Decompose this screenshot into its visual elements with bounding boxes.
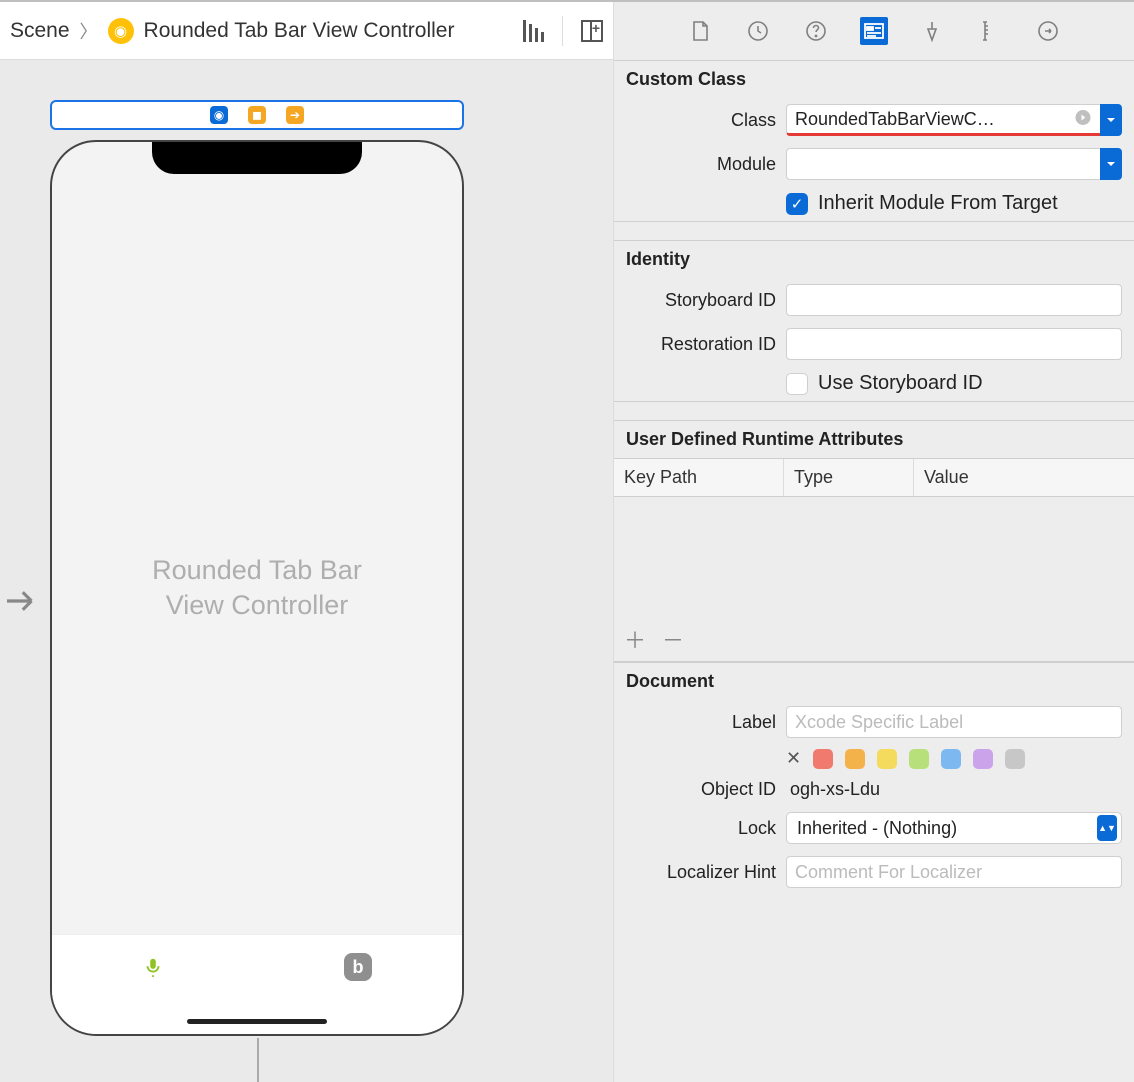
object-id-label: Object ID <box>626 779 776 800</box>
runtime-attrs-header: User Defined Runtime Attributes <box>614 421 1134 458</box>
runtime-attrs-table-body[interactable] <box>614 497 1134 617</box>
doc-color-row: ✕ <box>614 744 1134 773</box>
localizer-hint-label: Localizer Hint <box>626 862 776 883</box>
doc-label-field[interactable] <box>786 706 1122 738</box>
vc-placeholder-line2: View Controller <box>152 588 362 623</box>
col-keypath[interactable]: Key Path <box>614 459 784 496</box>
color-swatch-purple[interactable] <box>973 749 993 769</box>
lock-select-value: Inherited - (Nothing) <box>797 818 957 839</box>
class-field[interactable] <box>786 104 1100 136</box>
breadcrumb-scene[interactable]: Scene <box>10 19 70 43</box>
add-editor-icon[interactable] <box>581 20 603 42</box>
identity-section: Identity Storyboard ID Restoration ID ✓ … <box>614 240 1134 402</box>
history-inspector-icon[interactable] <box>744 17 772 45</box>
storyboard-canvas[interactable]: ◉ ◼ ➔ Rounded Tab Bar View Controller b <box>0 60 614 1082</box>
clear-color-icon[interactable]: ✕ <box>786 748 801 769</box>
localizer-hint-field[interactable] <box>786 856 1122 888</box>
runtime-attrs-section: User Defined Runtime Attributes Key Path… <box>614 420 1134 662</box>
custom-class-header: Custom Class <box>614 61 1134 98</box>
storyboard-id-label: Storyboard ID <box>626 290 776 311</box>
attributes-inspector-icon[interactable] <box>918 17 946 45</box>
class-label: Class <box>626 110 776 131</box>
viewcontroller-dock-icon[interactable]: ◉ <box>210 106 228 124</box>
identity-inspector-icon[interactable] <box>860 17 888 45</box>
object-id-value: ogh-xs-Ldu <box>786 779 880 800</box>
device-frame[interactable]: Rounded Tab Bar View Controller b <box>50 140 464 1036</box>
color-swatch-blue[interactable] <box>941 749 961 769</box>
module-label: Module <box>626 154 776 175</box>
viewcontroller-icon: ◉ <box>108 18 134 44</box>
lock-select[interactable]: Inherited - (Nothing) ▲▼ <box>786 812 1122 844</box>
storyboard-id-field[interactable] <box>786 284 1122 316</box>
remove-attr-button[interactable]: － <box>662 623 684 655</box>
class-dropdown-button[interactable] <box>1100 104 1122 136</box>
module-dropdown-button[interactable] <box>1100 148 1122 180</box>
home-indicator <box>187 1019 327 1024</box>
inherit-module-checkbox[interactable]: ✓ <box>786 193 808 215</box>
breadcrumb[interactable]: Scene 〉 ◉ Rounded Tab Bar View Controlle… <box>10 18 454 44</box>
exit-dock-icon[interactable]: ➔ <box>286 106 304 124</box>
b-tab-icon[interactable]: b <box>344 953 372 981</box>
restoration-id-field[interactable] <box>786 328 1122 360</box>
divider <box>562 16 563 46</box>
inspector-panel: Custom Class Class Module <box>614 60 1134 1082</box>
size-inspector-icon[interactable] <box>976 17 1004 45</box>
first-responder-dock-icon[interactable]: ◼ <box>248 106 266 124</box>
use-storyboard-id-checkbox[interactable]: ✓ <box>786 373 808 395</box>
document-header: Document <box>614 663 1134 700</box>
tab-bar: b <box>52 934 462 1034</box>
module-field[interactable] <box>786 148 1100 180</box>
inherit-module-label: Inherit Module From Target <box>818 192 1058 215</box>
help-inspector-icon[interactable] <box>802 17 830 45</box>
color-swatch-yellow[interactable] <box>877 749 897 769</box>
restoration-id-label: Restoration ID <box>626 334 776 355</box>
runtime-attrs-table-footer: ＋ － <box>614 617 1134 661</box>
connections-inspector-icon[interactable] <box>1034 17 1062 45</box>
identity-header: Identity <box>614 241 1134 278</box>
scene-dock[interactable]: ◉ ◼ ➔ <box>50 100 464 130</box>
vc-placeholder-line1: Rounded Tab Bar <box>152 553 362 588</box>
doc-label-label: Label <box>626 712 776 733</box>
breadcrumb-title[interactable]: Rounded Tab Bar View Controller <box>144 19 455 43</box>
inspector-tabs <box>614 2 1134 60</box>
segue-line <box>257 1038 259 1082</box>
adjust-editor-options-icon[interactable] <box>523 20 544 42</box>
vc-content: Rounded Tab Bar View Controller <box>52 142 462 1034</box>
jump-to-class-icon[interactable] <box>1074 109 1092 132</box>
col-type[interactable]: Type <box>784 459 914 496</box>
color-swatch-orange[interactable] <box>845 749 865 769</box>
file-inspector-icon[interactable] <box>686 17 714 45</box>
initial-vc-arrow-icon[interactable] <box>0 580 42 625</box>
lock-label: Lock <box>626 818 776 839</box>
editor-jump-bar: Scene 〉 ◉ Rounded Tab Bar View Controlle… <box>0 2 614 60</box>
vc-placeholder: Rounded Tab Bar View Controller <box>152 553 362 623</box>
document-section: Document Label ✕ Object ID ogh-xs-Ldu L <box>614 662 1134 894</box>
top-bar: Scene 〉 ◉ Rounded Tab Bar View Controlle… <box>0 0 1134 60</box>
custom-class-section: Custom Class Class Module <box>614 60 1134 222</box>
col-value[interactable]: Value <box>914 459 1134 496</box>
use-storyboard-id-label: Use Storyboard ID <box>818 372 983 395</box>
body: ◉ ◼ ➔ Rounded Tab Bar View Controller b <box>0 60 1134 1082</box>
select-stepper-icon: ▲▼ <box>1097 815 1117 841</box>
color-swatch-green[interactable] <box>909 749 929 769</box>
runtime-attrs-table-head: Key Path Type Value <box>614 458 1134 497</box>
color-swatch-gray[interactable] <box>1005 749 1025 769</box>
mic-tab-icon[interactable] <box>142 953 164 988</box>
chevron-right-icon: 〉 <box>80 18 98 44</box>
color-swatch-red[interactable] <box>813 749 833 769</box>
add-attr-button[interactable]: ＋ <box>624 623 646 655</box>
